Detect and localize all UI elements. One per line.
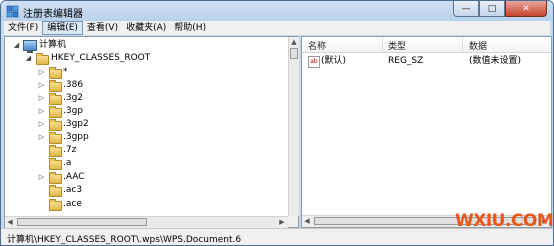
folder-icon — [49, 93, 62, 105]
registry-editor-icon — [6, 5, 19, 18]
column-separator[interactable] — [382, 37, 383, 52]
scrollbar-corner — [288, 216, 298, 227]
value-data: (数值未设置) — [469, 56, 522, 66]
folder-icon — [49, 132, 62, 144]
folder-icon — [49, 199, 62, 211]
title-bar[interactable]: 注册表编辑器 — □ ✕ — [1, 1, 553, 21]
tree-label: .AAC — [63, 172, 85, 182]
minimize-button[interactable]: — — [453, 1, 479, 17]
folder-icon — [49, 67, 62, 79]
tree-label: 计算机 — [39, 40, 67, 50]
tree-label: .ac3 — [63, 185, 83, 195]
value-row[interactable]: ab (默认) REG_SZ (数值未设置) — [302, 55, 551, 68]
key-tree-pane[interactable]: ◢ 计算机 ◢ HKEY_CLASSES_ROOT ▷ * ▷ .386 ▷ .3g2… — [4, 36, 299, 228]
maximize-button[interactable]: □ — [479, 1, 505, 17]
column-header-name[interactable]: 名称 — [308, 39, 326, 52]
folder-icon — [49, 185, 62, 197]
folder-icon — [49, 80, 62, 92]
tree-label: .386 — [63, 80, 84, 90]
column-header-data[interactable]: 数据 — [469, 39, 487, 52]
scroll-left-icon[interactable]: ◀ — [5, 217, 15, 227]
collapse-icon[interactable]: ◢ — [24, 54, 33, 63]
menu-help[interactable]: 帮助(H) — [170, 21, 210, 35]
scroll-up-icon[interactable]: ▲ — [289, 37, 299, 47]
expand-icon[interactable]: ▷ — [37, 107, 46, 116]
watermark-logo: WXIU.COM — [455, 211, 554, 231]
menu-edit[interactable]: 编辑(E) — [42, 21, 83, 35]
string-value-icon: ab — [308, 56, 320, 68]
value-name: (默认) — [321, 56, 347, 66]
values-list-pane[interactable]: 名称 类型 数据 ab (默认) REG_SZ (数值未设置) ◀ ▶ — [301, 36, 552, 228]
expand-icon[interactable]: ▷ — [37, 133, 46, 142]
tree-horizontal-scrollbar[interactable]: ◀ ▶ — [5, 216, 288, 228]
tree-label: .3gpp — [63, 132, 89, 142]
registry-editor-window: 注册表编辑器 — □ ✕ 文件(F) 编辑(E) 查看(V) 收藏夹(A) 帮助… — [0, 0, 554, 246]
folder-icon — [49, 158, 62, 170]
tree-vertical-scrollbar[interactable]: ▲ — [288, 37, 299, 216]
folder-icon — [49, 119, 62, 131]
expand-icon[interactable]: ▷ — [37, 94, 46, 103]
tree-label: .ace — [63, 199, 82, 209]
scroll-right-icon[interactable]: ▶ — [277, 217, 287, 227]
computer-icon — [23, 40, 37, 53]
folder-icon — [49, 172, 62, 184]
tree-label: * — [63, 67, 68, 77]
scroll-left-icon[interactable]: ◀ — [302, 216, 312, 226]
menu-bar: 文件(F) 编辑(E) 查看(V) 收藏夹(A) 帮助(H) — [4, 21, 550, 35]
menu-favorites[interactable]: 收藏夹(A) — [122, 21, 170, 35]
close-button[interactable]: ✕ — [505, 1, 547, 17]
menu-view[interactable]: 查看(V) — [83, 21, 122, 35]
tree-label: .7z — [63, 145, 77, 155]
tree-label: .3g2 — [63, 93, 84, 103]
tree-label: .3gp — [63, 106, 84, 116]
folder-icon — [49, 145, 62, 157]
folder-icon — [49, 106, 62, 118]
tree-label: HKEY_CLASSES_ROOT — [51, 53, 151, 63]
collapse-icon[interactable]: ◢ — [12, 41, 21, 50]
expand-icon[interactable]: ▷ — [37, 120, 46, 129]
menu-file[interactable]: 文件(F) — [4, 21, 42, 35]
column-header-type[interactable]: 类型 — [388, 39, 406, 52]
folder-icon — [36, 53, 49, 65]
tree-label: .3gp2 — [63, 119, 89, 129]
window-title: 注册表编辑器 — [23, 9, 83, 20]
list-header: 名称 类型 数据 — [302, 37, 551, 53]
expand-icon[interactable]: ▷ — [37, 81, 46, 90]
expand-icon[interactable]: ▷ — [37, 173, 46, 182]
tree-label: .a — [63, 158, 72, 168]
scroll-thumb[interactable] — [17, 218, 147, 226]
scroll-thumb[interactable] — [290, 48, 298, 59]
value-type: REG_SZ — [388, 56, 424, 66]
status-path: 计算机\HKEY_CLASSES_ROOT\.wps\WPS.Document.… — [7, 235, 242, 245]
expand-icon[interactable]: ▷ — [37, 68, 46, 77]
column-separator[interactable] — [462, 37, 463, 52]
